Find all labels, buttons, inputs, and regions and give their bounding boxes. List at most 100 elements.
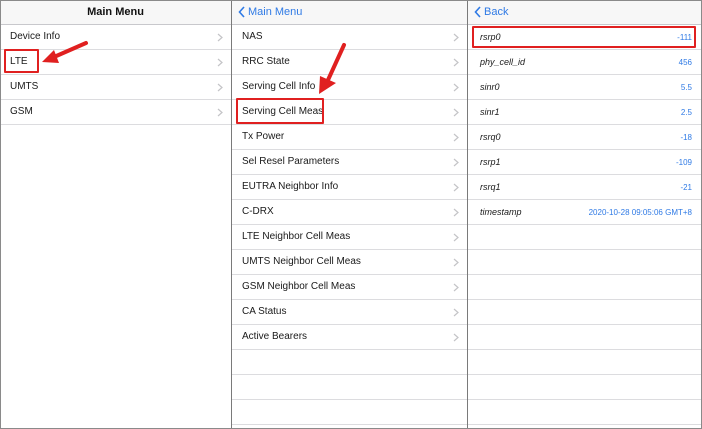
menu-item-label: LTE xyxy=(10,56,28,67)
measurement-value: 2.5 xyxy=(680,108,692,117)
measurement-label: rsrq0 xyxy=(480,132,501,142)
menu-item-rrc-state[interactable]: RRC State xyxy=(232,50,467,75)
chevron-right-icon xyxy=(453,83,459,92)
measurement-row-sinr1: sinr1 2.5 xyxy=(468,100,702,125)
measurement-label: rsrq1 xyxy=(480,182,501,192)
menu-item-label: RRC State xyxy=(242,56,290,67)
empty-row xyxy=(232,400,467,425)
measurement-value: -18 xyxy=(680,133,692,142)
measurement-value: 456 xyxy=(678,58,692,67)
menu-item-active-bearers[interactable]: Active Bearers xyxy=(232,325,467,350)
menu-item-umts-neighbor-cell-meas[interactable]: UMTS Neighbor Cell Meas xyxy=(232,250,467,275)
empty-row xyxy=(468,375,702,400)
measurement-label: rsrp1 xyxy=(480,157,501,167)
chevron-left-icon xyxy=(474,6,481,18)
serving-cell-meas-panel: Back rsrp0 -111 phy_cell_id 456 sinr0 5.5 s… xyxy=(468,0,702,429)
measurement-label: sinr1 xyxy=(480,107,500,117)
menu-item-ca-status[interactable]: CA Status xyxy=(232,300,467,325)
empty-row xyxy=(468,250,702,275)
chevron-right-icon xyxy=(453,233,459,242)
measurement-row-sinr0: sinr0 5.5 xyxy=(468,75,702,100)
measurement-label: sinr0 xyxy=(480,82,500,92)
menu-item-lte[interactable]: LTE xyxy=(0,50,231,75)
empty-row xyxy=(232,350,467,375)
menu-list: Device Info LTE UMTS GSM xyxy=(0,25,231,125)
menu-item-gsm[interactable]: GSM xyxy=(0,100,231,125)
menu-item-serving-cell-meas[interactable]: Serving Cell Meas xyxy=(232,100,467,125)
empty-row xyxy=(232,425,467,429)
back-button[interactable]: Back xyxy=(474,5,508,19)
back-button-label: Main Menu xyxy=(248,6,303,18)
back-button[interactable]: Main Menu xyxy=(238,5,302,19)
chevron-right-icon xyxy=(217,33,223,42)
nav-title: Main Menu xyxy=(87,6,144,18)
menu-item-device-info[interactable]: Device Info xyxy=(0,25,231,50)
chevron-right-icon xyxy=(453,258,459,267)
lte-menu-panel: Main Menu NAS RRC State Serving Cell Inf… xyxy=(232,0,467,429)
chevron-right-icon xyxy=(217,83,223,92)
menu-item-label: C-DRX xyxy=(242,206,274,217)
menu-item-umts[interactable]: UMTS xyxy=(0,75,231,100)
menu-item-label: Tx Power xyxy=(242,131,285,142)
empty-row xyxy=(468,350,702,375)
menu-item-label: Sel Resel Parameters xyxy=(242,156,340,167)
measurement-row-rsrq0: rsrq0 -18 xyxy=(468,125,702,150)
chevron-right-icon xyxy=(453,333,459,342)
chevron-right-icon xyxy=(453,108,459,117)
menu-item-label: Device Info xyxy=(10,31,61,42)
chevron-right-icon xyxy=(453,158,459,167)
menu-item-label: GSM Neighbor Cell Meas xyxy=(242,281,356,292)
chevron-right-icon xyxy=(217,58,223,67)
menu-item-label: CA Status xyxy=(242,306,287,317)
chevron-right-icon xyxy=(453,208,459,217)
measurement-value: 2020-10-28 09:05:06 GMT+8 xyxy=(588,208,692,217)
chevron-right-icon xyxy=(453,133,459,142)
menu-item-c-drx[interactable]: C-DRX xyxy=(232,200,467,225)
empty-row xyxy=(468,225,702,250)
menu-item-eutra-neighbor-info[interactable]: EUTRA Neighbor Info xyxy=(232,175,467,200)
measurement-label: timestamp xyxy=(480,207,522,217)
menu-item-lte-neighbor-cell-meas[interactable]: LTE Neighbor Cell Meas xyxy=(232,225,467,250)
menu-item-label: EUTRA Neighbor Info xyxy=(242,181,339,192)
menu-item-label: Serving Cell Info xyxy=(242,81,316,92)
empty-row xyxy=(468,400,702,425)
menu-item-tx-power[interactable]: Tx Power xyxy=(232,125,467,150)
menu-item-gsm-neighbor-cell-meas[interactable]: GSM Neighbor Cell Meas xyxy=(232,275,467,300)
chevron-right-icon xyxy=(453,283,459,292)
empty-row xyxy=(468,275,702,300)
menu-item-label: LTE Neighbor Cell Meas xyxy=(242,231,351,242)
menu-item-nas[interactable]: NAS xyxy=(232,25,467,50)
lte-menu-list: NAS RRC State Serving Cell Info Serving … xyxy=(232,25,467,429)
menu-item-label: Serving Cell Meas xyxy=(242,106,324,117)
measurement-value: 5.5 xyxy=(680,83,692,92)
measurement-row-timestamp: timestamp 2020-10-28 09:05:06 GMT+8 xyxy=(468,200,702,225)
menu-item-serving-cell-info[interactable]: Serving Cell Info xyxy=(232,75,467,100)
empty-row xyxy=(232,375,467,400)
menu-item-label: Active Bearers xyxy=(242,331,308,342)
measurement-value: -111 xyxy=(677,33,692,42)
measurement-list: rsrp0 -111 phy_cell_id 456 sinr0 5.5 sinr1 2… xyxy=(468,25,702,425)
menu-item-sel-resel-parameters[interactable]: Sel Resel Parameters xyxy=(232,150,467,175)
chevron-left-icon xyxy=(238,6,245,18)
menu-item-label: UMTS xyxy=(10,81,39,92)
empty-row xyxy=(468,300,702,325)
back-button-label: Back xyxy=(484,6,509,18)
chevron-right-icon xyxy=(217,108,223,117)
measurement-label: rsrp0 xyxy=(480,32,501,42)
menu-item-label: UMTS Neighbor Cell Meas xyxy=(242,256,361,267)
nav-bar: Main Menu xyxy=(0,0,231,25)
measurement-row-phy-cell-id: phy_cell_id 456 xyxy=(468,50,702,75)
chevron-right-icon xyxy=(453,58,459,67)
measurement-label: phy_cell_id xyxy=(480,57,526,67)
nav-bar: Main Menu xyxy=(232,0,467,25)
measurement-value: -21 xyxy=(680,183,692,192)
main-menu-panel: Main Menu Device Info LTE UMTS GSM xyxy=(0,0,231,429)
measurement-row-rsrq1: rsrq1 -21 xyxy=(468,175,702,200)
empty-row xyxy=(468,325,702,350)
menu-item-label: GSM xyxy=(10,106,33,117)
chevron-right-icon xyxy=(453,33,459,42)
measurement-row-rsrp0: rsrp0 -111 xyxy=(468,25,702,50)
measurement-value: -109 xyxy=(675,158,692,167)
nav-bar: Back xyxy=(468,0,702,25)
menu-item-label: NAS xyxy=(242,31,263,42)
